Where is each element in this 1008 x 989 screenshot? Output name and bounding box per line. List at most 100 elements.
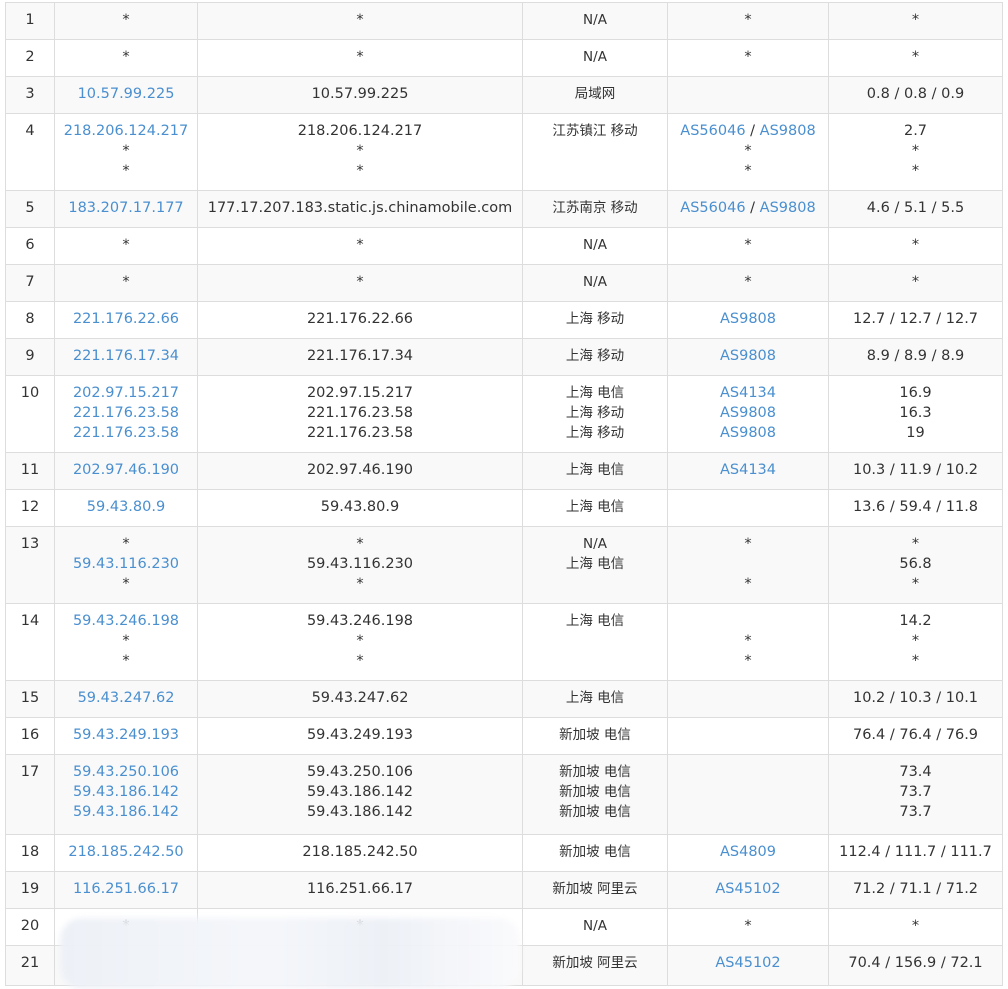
latency-text: * bbox=[911, 143, 920, 159]
hostname-cell: 221.176.17.34 bbox=[197, 338, 523, 376]
asn-cell: AS4134 bbox=[667, 452, 829, 490]
ip-address-link[interactable]: 59.43.247.62 bbox=[78, 690, 175, 706]
geolocation-text: 上海 移动 bbox=[565, 348, 625, 364]
ip-address-link[interactable]: 221.176.23.58 bbox=[73, 425, 179, 441]
latency-text: 4.6 / 5.1 / 5.5 bbox=[866, 200, 965, 216]
hostname-text: 221.176.23.58 bbox=[306, 405, 414, 421]
ip-address-link[interactable]: 10.57.99.225 bbox=[78, 86, 175, 102]
ip-address-link[interactable]: 116.251.66.17 bbox=[73, 881, 179, 897]
asn-cell: * bbox=[667, 39, 829, 77]
ip-address-cell: * bbox=[54, 2, 198, 40]
latency-cell: 2.7 * * bbox=[828, 113, 1003, 191]
hop-number: 4 bbox=[25, 123, 35, 139]
hop-number-cell: 18 bbox=[5, 834, 55, 872]
ip-address-link[interactable]: 218.185.242.50 bbox=[68, 844, 183, 860]
ip-address-link[interactable]: 221.176.23.58 bbox=[73, 405, 179, 421]
asn-link[interactable]: AS9808 bbox=[760, 200, 816, 216]
hop-number-cell: 17 bbox=[5, 754, 55, 835]
ip-address-link[interactable]: 59.43.80.9 bbox=[87, 499, 165, 515]
asn-link[interactable]: AS4134 bbox=[720, 462, 776, 478]
ip-address-cell: 218.206.124.217 * * bbox=[54, 113, 198, 191]
latency-text: 16.3 bbox=[899, 405, 932, 421]
hop-row: 9 221.176.17.34 221.176.17.34 上海 移动 AS9808 8.… bbox=[5, 338, 1003, 376]
hostname-text: 59.43.250.106 bbox=[306, 764, 414, 780]
ip-address-text: * bbox=[122, 918, 130, 934]
ip-address-link[interactable]: 59.43.246.198 bbox=[73, 613, 179, 629]
asn-link[interactable]: AS45102 bbox=[715, 881, 780, 897]
geolocation-text: 上海 电信 bbox=[565, 613, 625, 629]
latency-text: * bbox=[911, 633, 920, 649]
ip-address-link[interactable]: 183.207.17.177 bbox=[68, 200, 183, 216]
ip-address-cell: 59.43.80.9 bbox=[54, 489, 198, 527]
asn-link[interactable]: AS9808 bbox=[720, 311, 776, 327]
hostname-text: 59.43.246.198 bbox=[306, 613, 414, 629]
hop-number-cell: 21 bbox=[5, 945, 55, 986]
geolocation-cell: 江苏南京 移动 bbox=[522, 190, 668, 228]
hop-number: 6 bbox=[25, 237, 35, 253]
ip-address-link[interactable]: 218.206.124.217 bbox=[64, 123, 189, 139]
latency-text: * bbox=[911, 163, 920, 179]
latency-text: 112.4 / 111.7 / 111.7 bbox=[839, 844, 992, 860]
ip-address-text: * bbox=[122, 653, 130, 669]
hop-number: 7 bbox=[25, 274, 35, 290]
hop-number-cell: 15 bbox=[5, 680, 55, 718]
ip-address-link[interactable]: 59.43.249.193 bbox=[73, 727, 179, 743]
hop-number: 17 bbox=[20, 764, 40, 780]
geolocation-cell: 新加坡 电信 新加坡 电信 新加坡 电信 bbox=[522, 754, 668, 835]
hostname-text: 221.176.23.58 bbox=[306, 425, 414, 441]
geolocation-cell: N/A bbox=[522, 264, 668, 302]
ip-address-link[interactable]: 59.43.250.106 bbox=[73, 764, 179, 780]
geolocation-cell: 上海 移动 bbox=[522, 338, 668, 376]
geolocation-text: 上海 电信 bbox=[565, 499, 625, 515]
hostname-text: * bbox=[356, 163, 364, 179]
hostname-cell: 218.185.242.50 bbox=[197, 834, 523, 872]
hop-number-cell: 16 bbox=[5, 717, 55, 755]
hostname-cell: 218.206.124.217 * * bbox=[197, 113, 523, 191]
hop-number-cell: 10 bbox=[5, 375, 55, 453]
asn-link[interactable]: AS9808 bbox=[760, 123, 816, 139]
asn-link[interactable]: AS9808 bbox=[720, 425, 776, 441]
asn-link[interactable]: AS45102 bbox=[715, 955, 780, 971]
asn-placeholder: * bbox=[744, 653, 752, 669]
latency-cell: 70.4 / 156.9 / 72.1 bbox=[828, 945, 1003, 986]
ip-address-link[interactable]: 221.176.22.66 bbox=[73, 311, 179, 327]
asn-link[interactable]: AS56046 bbox=[680, 123, 745, 139]
geolocation-text: N/A bbox=[583, 12, 607, 28]
ip-address-cell: 218.185.242.50 bbox=[54, 834, 198, 872]
geolocation-text: 江苏镇江 移动 bbox=[552, 123, 638, 139]
ip-address-cell: 10.57.99.225 bbox=[54, 76, 198, 114]
geolocation-text: N/A bbox=[583, 918, 607, 934]
hop-row: 3 10.57.99.225 10.57.99.225 局域网 0.8 / 0.8 / … bbox=[5, 76, 1003, 114]
asn-link[interactable]: AS4134 bbox=[720, 385, 776, 401]
ip-address-text: * bbox=[122, 163, 130, 179]
hop-row: 15 59.43.247.62 59.43.247.62 上海 电信 10.2 / 10… bbox=[5, 680, 1003, 718]
latency-cell: * bbox=[828, 264, 1003, 302]
asn-cell bbox=[667, 489, 829, 527]
asn-placeholder: * bbox=[744, 163, 752, 179]
ip-address-link[interactable]: 59.43.186.142 bbox=[73, 804, 179, 820]
ip-address-link[interactable]: 59.43.186.142 bbox=[73, 784, 179, 800]
latency-cell: 73.4 73.7 73.7 bbox=[828, 754, 1003, 835]
ip-address-link[interactable]: 202.97.15.217 bbox=[73, 385, 179, 401]
latency-text: * bbox=[911, 576, 920, 592]
ip-address-link[interactable]: 59.43.116.230 bbox=[73, 556, 179, 572]
asn-placeholder: * bbox=[744, 536, 752, 552]
asn-cell: AS56046 / AS9808 * * bbox=[667, 113, 829, 191]
geolocation-cell: 新加坡 电信 bbox=[522, 834, 668, 872]
asn-link[interactable]: AS56046 bbox=[680, 200, 745, 216]
ip-address-link[interactable]: 202.97.46.190 bbox=[73, 462, 179, 478]
ip-address-link[interactable]: 221.176.17.34 bbox=[73, 348, 179, 364]
geolocation-text: 上海 电信 bbox=[565, 556, 625, 572]
hop-number-cell: 9 bbox=[5, 338, 55, 376]
ip-address-cell: 59.43.246.198 * * bbox=[54, 603, 198, 681]
asn-link[interactable]: AS9808 bbox=[720, 405, 776, 421]
hop-number-cell: 6 bbox=[5, 227, 55, 265]
asn-link[interactable]: AS4809 bbox=[720, 844, 776, 860]
hostname-text: * bbox=[356, 143, 364, 159]
latency-cell: 8.9 / 8.9 / 8.9 bbox=[828, 338, 1003, 376]
geolocation-text: N/A bbox=[583, 237, 607, 253]
geolocation-cell: N/A bbox=[522, 227, 668, 265]
asn-placeholder: * bbox=[744, 12, 752, 28]
hop-number-cell: 12 bbox=[5, 489, 55, 527]
asn-link[interactable]: AS9808 bbox=[720, 348, 776, 364]
